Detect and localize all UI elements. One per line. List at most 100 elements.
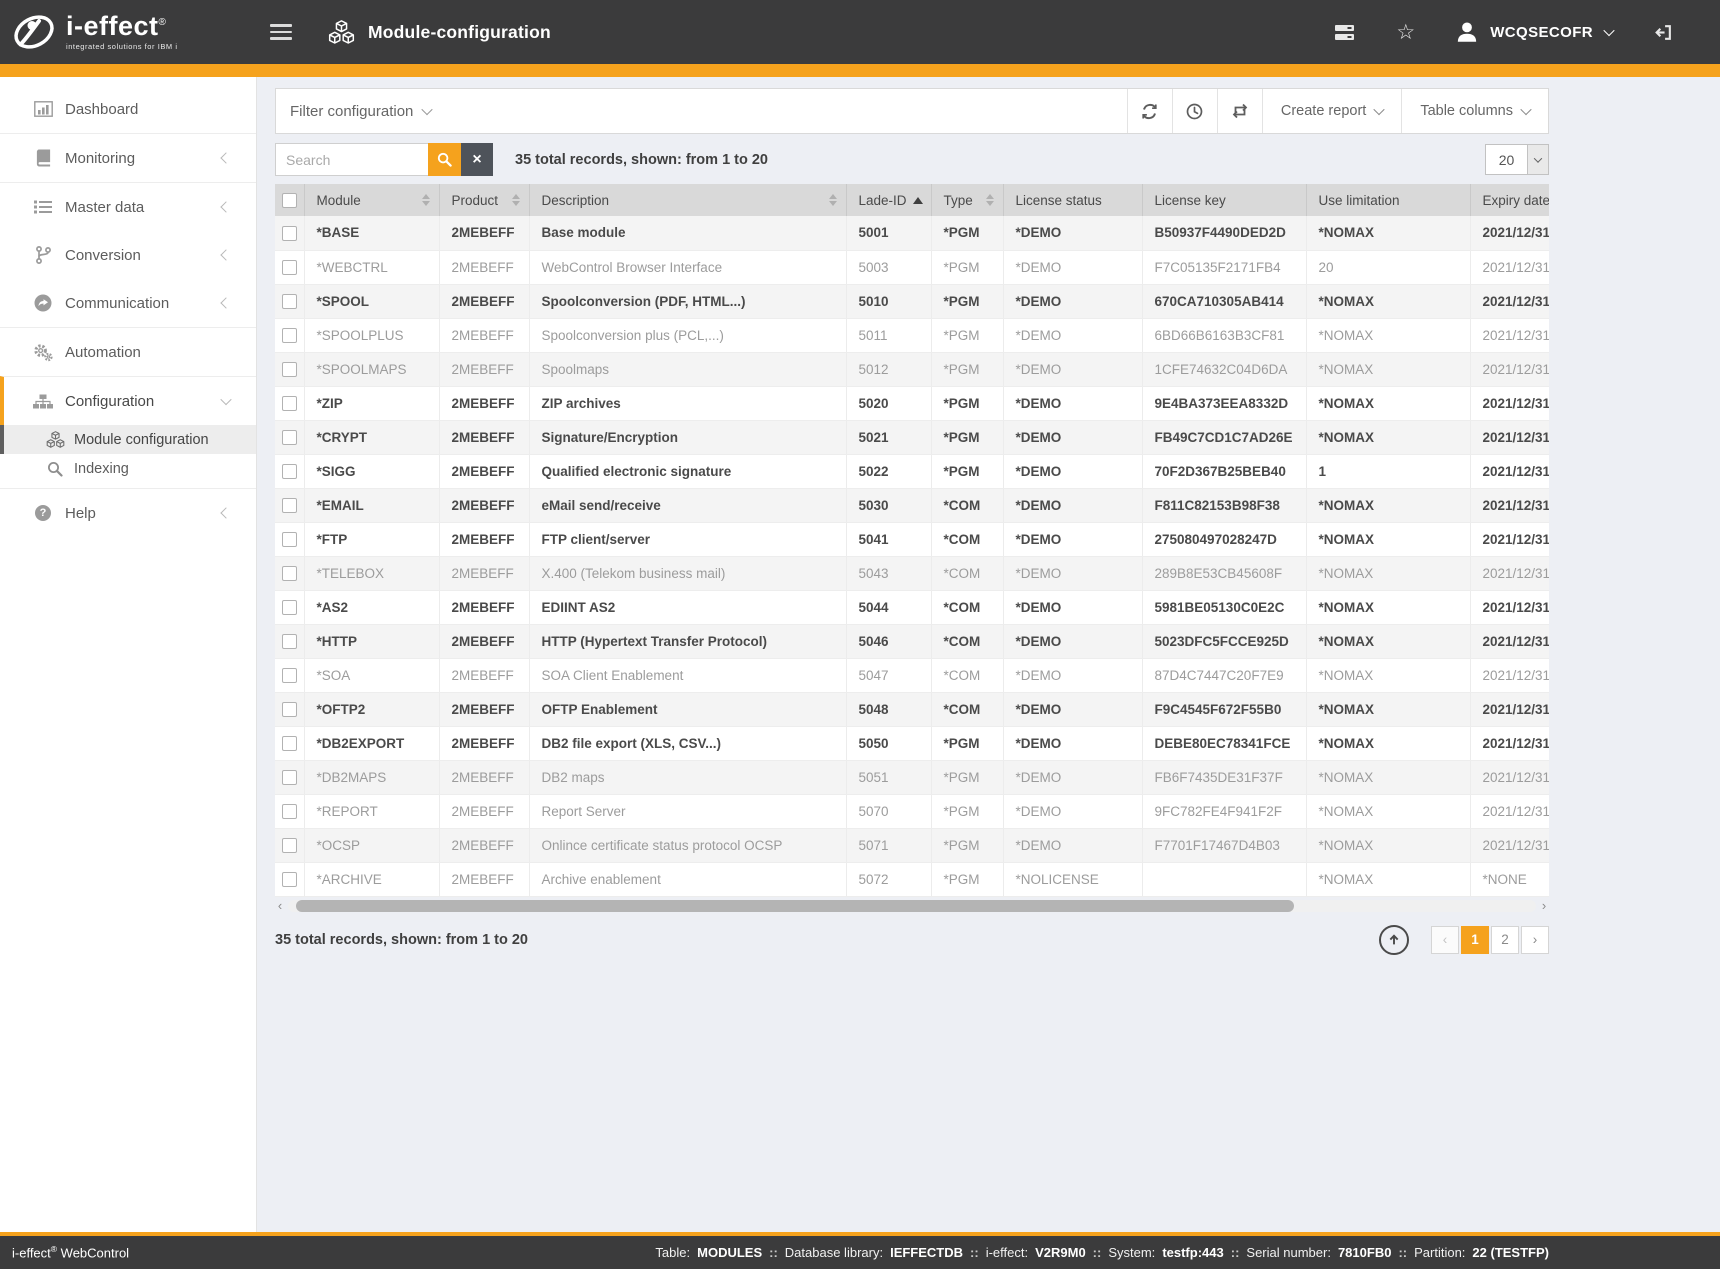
sidebar-item-automation[interactable]: Automation — [0, 327, 256, 376]
row-checkbox-cell — [275, 454, 304, 488]
sidebar-item-dashboard[interactable]: Dashboard — [0, 85, 256, 133]
row-checkbox[interactable] — [282, 294, 297, 309]
row-checkbox[interactable] — [282, 872, 297, 887]
scrollbar-track[interactable] — [288, 900, 1536, 912]
user-menu[interactable]: WCQSECOFR — [1436, 21, 1633, 43]
sidebar-item-configuration[interactable]: Configuration — [0, 376, 256, 425]
column-header-type[interactable]: Type — [931, 184, 1003, 216]
username: WCQSECOFR — [1490, 24, 1593, 41]
row-checkbox[interactable] — [282, 464, 297, 479]
search-input[interactable] — [275, 143, 428, 176]
row-checkbox[interactable] — [282, 430, 297, 445]
table-row[interactable]: *OCSP2MEBEFFOnlince certificate status p… — [275, 828, 1549, 862]
row-checkbox-cell — [275, 522, 304, 556]
row-checkbox[interactable] — [282, 600, 297, 615]
row-checkbox[interactable] — [282, 396, 297, 411]
search-button[interactable] — [428, 143, 461, 176]
cell-lade-id: 5022 — [846, 454, 931, 488]
clear-search-button[interactable]: × — [461, 143, 493, 176]
row-checkbox[interactable] — [282, 566, 297, 581]
sidebar-item-master-data[interactable]: Master data — [0, 182, 256, 231]
row-checkbox[interactable] — [282, 736, 297, 751]
cell-license-status: *DEMO — [1003, 556, 1142, 590]
table-row[interactable]: *SPOOLPLUS2MEBEFFSpoolconversion plus (P… — [275, 318, 1549, 352]
pagination-page-button[interactable]: 1 — [1461, 926, 1489, 954]
sidebar-item-monitoring[interactable]: Monitoring — [0, 133, 256, 182]
table-row[interactable]: *OFTP22MEBEFFOFTP Enablement5048*COM*DEM… — [275, 692, 1549, 726]
row-checkbox[interactable] — [282, 498, 297, 513]
app-logo[interactable]: i-effect® integrated solutions for IBM i — [12, 10, 230, 54]
column-header-product[interactable]: Product — [439, 184, 529, 216]
row-checkbox[interactable] — [282, 668, 297, 683]
cell-type: *COM — [931, 556, 1003, 590]
cell-module: *AS2 — [304, 590, 439, 624]
row-checkbox[interactable] — [282, 838, 297, 853]
table-row[interactable]: *CRYPT2MEBEFFSignature/Encryption5021*PG… — [275, 420, 1549, 454]
filter-panel: Filter configuration — [275, 88, 1549, 134]
sidebar-item-conversion[interactable]: Conversion — [0, 231, 256, 279]
sidebar-item-module-configuration[interactable]: Module configuration — [0, 425, 256, 454]
column-header-lade-id[interactable]: Lade-ID — [846, 184, 931, 216]
scroll-left-icon[interactable]: ‹ — [275, 899, 285, 913]
filter-configuration-toggle[interactable]: Filter configuration — [276, 103, 431, 120]
table-row[interactable]: *AS22MEBEFFEDIINT AS25044*COM*DEMO5981BE… — [275, 590, 1549, 624]
table-row[interactable]: *SPOOL2MEBEFFSpoolconversion (PDF, HTML.… — [275, 284, 1549, 318]
table-row[interactable]: *WEBCTRL2MEBEFFWebControl Browser Interf… — [275, 250, 1549, 284]
table-row[interactable]: *BASE2MEBEFFBase module5001*PGM*DEMOB509… — [275, 216, 1549, 250]
chevron-left-icon — [220, 507, 231, 518]
cell-license-key: 9E4BA373EEA8332D — [1142, 386, 1306, 420]
favorites-button[interactable]: ☆ — [1375, 12, 1436, 52]
sort-icon — [422, 194, 430, 206]
pagination-prev-button[interactable]: ‹ — [1431, 926, 1459, 954]
cell-module: *OCSP — [304, 828, 439, 862]
column-header-module[interactable]: Module — [304, 184, 439, 216]
row-checkbox[interactable] — [282, 532, 297, 547]
table-row[interactable]: *DB2MAPS2MEBEFFDB2 maps5051*PGM*DEMOFB6F… — [275, 760, 1549, 794]
logo-icon — [12, 10, 56, 54]
table-row[interactable]: *ARCHIVE2MEBEFFArchive enablement5072*PG… — [275, 862, 1549, 896]
refresh-button[interactable] — [1127, 89, 1172, 133]
pagination-next-button[interactable]: › — [1521, 926, 1549, 954]
pagination-page-button[interactable]: 2 — [1491, 926, 1519, 954]
page-size-select[interactable]: 20 — [1485, 144, 1549, 175]
table-row[interactable]: *FTP2MEBEFFFTP client/server5041*COM*DEM… — [275, 522, 1549, 556]
table-row[interactable]: *SOA2MEBEFFSOA Client Enablement5047*COM… — [275, 658, 1549, 692]
repeat-button[interactable] — [1217, 89, 1262, 133]
table-row[interactable]: *SIGG2MEBEFFQualified electronic signatu… — [275, 454, 1549, 488]
sidebar-item-indexing[interactable]: Indexing — [0, 454, 256, 483]
chevron-left-icon — [220, 249, 231, 260]
logout-button[interactable] — [1633, 12, 1694, 52]
table-row[interactable]: *ZIP2MEBEFFZIP archives5020*PGM*DEMO9E4B… — [275, 386, 1549, 420]
table-row[interactable]: *TELEBOX2MEBEFFX.400 (Telekom business m… — [275, 556, 1549, 590]
row-checkbox[interactable] — [282, 702, 297, 717]
row-checkbox[interactable] — [282, 634, 297, 649]
cell-license-status: *DEMO — [1003, 352, 1142, 386]
sidebar-item-communication[interactable]: Communication — [0, 279, 256, 327]
table-row[interactable]: *SPOOLMAPS2MEBEFFSpoolmaps5012*PGM*DEMO1… — [275, 352, 1549, 386]
row-checkbox[interactable] — [282, 226, 297, 241]
row-checkbox[interactable] — [282, 362, 297, 377]
row-checkbox[interactable] — [282, 804, 297, 819]
table-row[interactable]: *HTTP2MEBEFFHTTP (Hypertext Transfer Pro… — [275, 624, 1549, 658]
column-header-description[interactable]: Description — [529, 184, 846, 216]
table-row[interactable]: *REPORT2MEBEFFReport Server5070*PGM*DEMO… — [275, 794, 1549, 828]
history-button[interactable] — [1172, 89, 1217, 133]
server-button[interactable] — [1314, 12, 1375, 52]
row-checkbox[interactable] — [282, 328, 297, 343]
sidebar: Dashboard Monitoring Master data — [0, 77, 257, 1236]
select-all-checkbox[interactable] — [282, 193, 297, 208]
cell-lade-id: 5044 — [846, 590, 931, 624]
scroll-right-icon[interactable]: › — [1539, 899, 1549, 913]
question-icon: ? — [32, 505, 54, 521]
cell-product: 2MEBEFF — [439, 556, 529, 590]
table-columns-button[interactable]: Table columns — [1401, 89, 1548, 133]
table-row[interactable]: *EMAIL2MEBEFFeMail send/receive5030*COM*… — [275, 488, 1549, 522]
create-report-button[interactable]: Create report — [1262, 89, 1401, 133]
scrollbar-thumb[interactable] — [296, 900, 1294, 912]
row-checkbox[interactable] — [282, 770, 297, 785]
row-checkbox[interactable] — [282, 260, 297, 275]
sidebar-item-help[interactable]: ? Help — [0, 488, 256, 537]
table-row[interactable]: *DB2EXPORT2MEBEFFDB2 file export (XLS, C… — [275, 726, 1549, 760]
scroll-to-top-button[interactable] — [1379, 925, 1409, 955]
menu-toggle-icon[interactable] — [264, 18, 298, 46]
